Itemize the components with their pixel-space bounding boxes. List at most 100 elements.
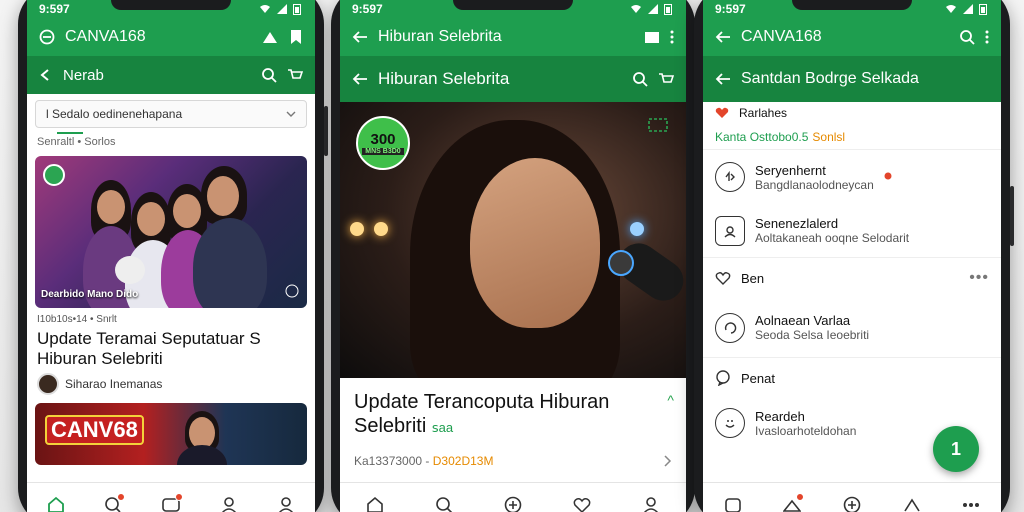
battery-icon	[293, 4, 301, 15]
article-headline-text: Update Terancoputa Hiburan Selebriti	[354, 391, 610, 437]
item-subtitle: Seoda Selsa Ieoebriti	[755, 328, 870, 342]
fab-button[interactable]: 1	[933, 426, 979, 472]
post-headline[interactable]: Update Teramai Seputatuar S Hiburan Sele…	[27, 327, 315, 371]
hero-image[interactable]: Dearbido Mano Dido	[35, 156, 307, 308]
item-title: Senenezlalerd	[755, 216, 839, 231]
fab-label: 1	[950, 438, 961, 459]
bottom-nav	[340, 482, 686, 512]
settings-list: Seryenhernt Bangdlanaolodneycan Senenezla…	[703, 150, 1001, 448]
tag-text: Kanta Osttobo0.5	[715, 129, 809, 144]
wifi-icon	[260, 5, 270, 13]
back-arrow-icon[interactable]	[352, 72, 368, 86]
phone-left: 9:597 CANVA168 Nerab l Sedalo oedineneha…	[18, 0, 328, 512]
nav-profile-icon[interactable]	[636, 490, 666, 512]
promo-card[interactable]: CANV68	[35, 403, 307, 465]
article-tag: ꜱaa	[431, 420, 454, 435]
back-icon[interactable]	[352, 30, 368, 44]
status-icons	[630, 3, 672, 15]
hero-caption: Dearbido Mano Dido	[41, 289, 139, 300]
sticker-top: 300	[370, 131, 396, 148]
cart-icon[interactable]	[287, 67, 303, 83]
search-icon[interactable]	[632, 71, 648, 87]
back-icon[interactable]	[715, 30, 731, 44]
signal-icon	[963, 4, 973, 14]
screen-center: 9:597 Hiburan Selebrita Hiburan Selebrit…	[340, 0, 686, 512]
more-horiz-icon[interactable]: •••	[969, 269, 989, 287]
item-title: Aolnaean Varlaa	[755, 313, 851, 328]
status-time: 9:597	[715, 2, 746, 16]
gallery-icon[interactable]	[648, 118, 668, 132]
nav-profile-icon[interactable]	[214, 490, 244, 512]
featured-image[interactable]: 300 MNS B3D0	[340, 102, 686, 378]
search-icon[interactable]	[959, 29, 975, 45]
list-item[interactable]: Seryenhernt Bangdlanaolodneycan	[703, 150, 1001, 204]
nav-home-icon[interactable]	[718, 490, 748, 512]
app-bar: Hiburan Selebrita	[340, 18, 686, 56]
wifi-icon	[631, 5, 641, 13]
app-bar: CANVA168	[703, 18, 1001, 56]
info-icon[interactable]	[285, 284, 299, 298]
more-vert-icon[interactable]	[985, 30, 989, 44]
search-icon[interactable]	[261, 67, 277, 83]
item-title: Seryenhernt	[755, 162, 826, 178]
nav-add-icon[interactable]	[498, 490, 528, 512]
nav-more-icon[interactable]	[956, 490, 986, 512]
item-subtitle: Ivasloarhoteldohan	[755, 423, 857, 438]
list-item[interactable]: Ben •••	[703, 258, 1001, 298]
item-title: Reardeh	[755, 408, 805, 424]
list-item[interactable]: Senenezlalerd Aoltakaneah ooqne Selodarit	[703, 204, 1001, 258]
more-vert-icon[interactable]	[670, 30, 674, 44]
nav-chat-icon[interactable]	[777, 490, 807, 512]
pin-icon	[884, 172, 892, 180]
chevron-right-icon[interactable]	[664, 455, 672, 467]
cloud-icon[interactable]	[261, 30, 279, 44]
post-meta: I10b10s•14 • Snrlt	[37, 314, 117, 325]
chat-bubble-icon	[716, 370, 730, 386]
smile-icon	[715, 408, 745, 438]
tag-highlight: Sonlsl	[812, 129, 846, 144]
screen-left: 9:597 CANVA168 Nerab l Sedalo oedineneha…	[27, 0, 315, 512]
wifi-icon	[946, 5, 956, 13]
item-title: Ben	[741, 270, 765, 286]
sub-bar: Nerab	[27, 56, 315, 94]
item-label: Rarlahes	[739, 106, 788, 120]
back-arrow-icon[interactable]	[715, 72, 731, 86]
list-item[interactable]: Rarlahes	[703, 102, 1001, 124]
nav-home-icon[interactable]	[360, 490, 390, 512]
logo-icon	[39, 29, 55, 45]
nav-chat-icon[interactable]	[98, 490, 128, 512]
nav-pin-icon[interactable]	[897, 490, 927, 512]
cart-icon[interactable]	[658, 71, 674, 87]
author-row[interactable]: Siharao Inemanas	[27, 371, 315, 397]
sticker-bottom: MNS B3D0	[362, 148, 404, 155]
back-icon[interactable]	[39, 68, 53, 82]
bookmark-icon[interactable]	[289, 29, 303, 45]
item-title: Penat	[741, 370, 775, 386]
sub-bar: Hiburan Selebrita	[340, 56, 686, 102]
nav-account-icon[interactable]	[271, 490, 301, 512]
nav-home-icon[interactable]	[41, 490, 71, 512]
nav-heart-icon[interactable]	[567, 490, 597, 512]
signal-icon	[648, 4, 658, 14]
item-subtitle: Bangdlanaolodneycan	[755, 177, 874, 192]
breadcrumb: Senraltl • Sorlos	[37, 136, 116, 148]
stage: 9:597 CANVA168 Nerab l Sedalo oedineneha…	[0, 0, 1024, 512]
screen-right: 9:597 CANVA168 Santdan Bodrge Selkada Ra…	[703, 0, 1001, 512]
brand-badge-icon	[43, 164, 65, 186]
page-title: Hiburan Selebrita	[378, 69, 510, 88]
chevron-up-icon[interactable]: ^	[667, 392, 674, 408]
sub-title: Nerab	[63, 66, 104, 84]
list-item[interactable]: Penat	[703, 358, 1001, 398]
battery-icon	[979, 4, 987, 15]
list-item[interactable]: Aolnaean Varlaa Seoda Selsa Ieoebriti	[703, 298, 1001, 358]
nav-inbox-icon[interactable]	[156, 490, 186, 512]
status-icons	[259, 3, 301, 15]
article-meta: Ka13373000 - D302D13M	[340, 440, 686, 468]
avatar	[37, 373, 59, 395]
nav-add-icon[interactable]	[837, 490, 867, 512]
search-input[interactable]: l Sedalo oedinenehapana	[35, 100, 307, 128]
nav-search-icon[interactable]	[429, 490, 459, 512]
article-headline[interactable]: Update Terancoputa Hiburan Selebriti ꜱaa	[340, 378, 686, 440]
book-icon[interactable]	[644, 30, 660, 44]
app-title: CANVA168	[65, 28, 146, 45]
